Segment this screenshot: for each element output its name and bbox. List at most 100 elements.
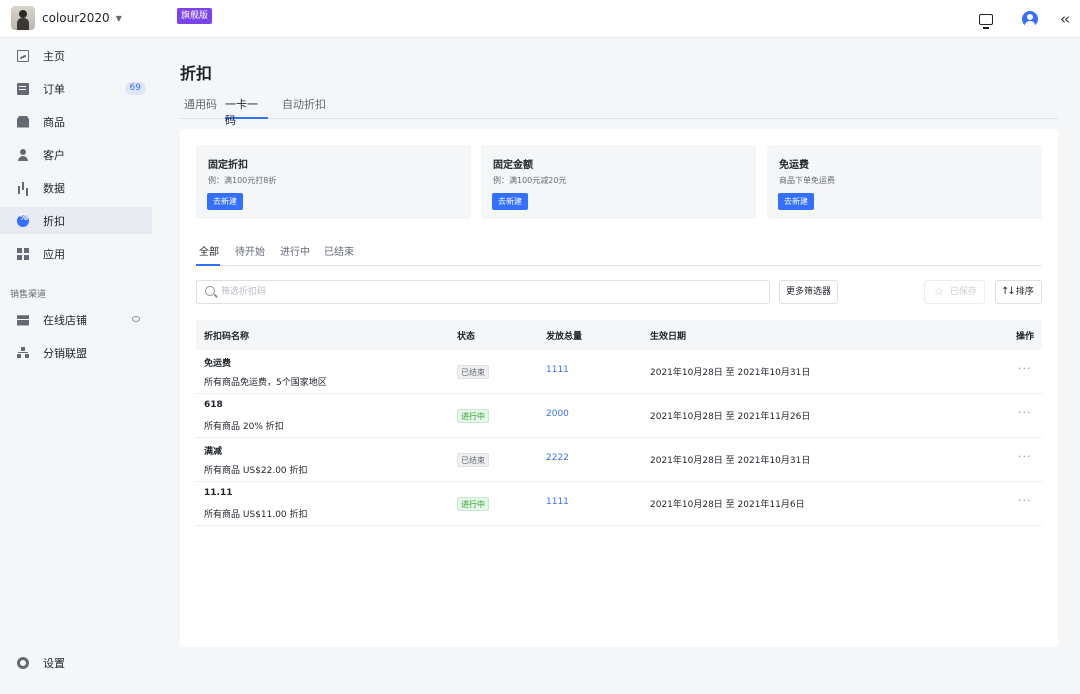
- sidebar-item-online-store[interactable]: 在线店铺: [0, 306, 152, 333]
- sidebar-item-label: 应用: [43, 247, 65, 261]
- double-chevron-left-icon[interactable]: ‹‹: [1060, 10, 1070, 28]
- more-actions-icon[interactable]: ···: [1018, 406, 1032, 419]
- issued-quantity-link[interactable]: 1111: [546, 497, 569, 507]
- tab-ended[interactable]: 已结束: [324, 243, 354, 266]
- sort-label: 排序: [1015, 287, 1034, 297]
- status-badge: 进行中: [457, 497, 489, 511]
- gear-icon: [17, 656, 29, 669]
- sidebar-item-label: 商品: [43, 115, 65, 129]
- order-count-badge: 69: [124, 82, 146, 95]
- create-fixed-discount-button[interactable]: 去新建: [207, 193, 243, 210]
- status-filter-tabs: 全部 待开始 进行中 已结束: [196, 240, 1042, 266]
- sidebar-item-customers[interactable]: 客户: [0, 141, 152, 168]
- page-title: 折扣: [180, 64, 213, 83]
- table-header: 折扣码名称 状态 发放总量 生效日期 操作: [196, 320, 1042, 350]
- sidebar-item-label: 客户: [43, 148, 65, 162]
- table-row[interactable]: 11.11 所有商品 US$11.00 折扣 进行中 1111 2021年10月…: [196, 482, 1042, 526]
- discount-icon: [17, 213, 29, 227]
- sidebar-item-label: 订单: [43, 82, 65, 96]
- sidebar-item-label: 数据: [43, 181, 65, 195]
- monitor-icon[interactable]: [979, 13, 993, 29]
- apps-grid-icon: [17, 247, 29, 260]
- sidebar-item-label: 分销联盟: [43, 346, 87, 360]
- promo-title: 固定折扣: [208, 160, 248, 171]
- promo-title: 固定金额: [493, 160, 533, 171]
- sidebar-item-goods[interactable]: 商品: [0, 108, 152, 135]
- sidebar-item-discount[interactable]: 折扣: [0, 207, 152, 234]
- table-row[interactable]: 免运费 所有商品免运费，5个国家地区 已结束 1111 2021年10月28日 …: [196, 350, 1042, 394]
- promo-desc: 例：满100元减20元: [493, 176, 567, 185]
- top-bar: colour2020 ▼ 旗舰版 ‹‹: [0, 0, 1080, 38]
- effective-date: 2021年10月28日 至 2021年10月31日: [650, 368, 811, 378]
- discount-desc: 所有商品 20% 折扣: [204, 422, 284, 432]
- effective-date: 2021年10月28日 至 2021年11月6日: [650, 500, 805, 510]
- sort-icon: ↑↓: [1001, 286, 1016, 297]
- discount-name: 满减: [204, 447, 223, 457]
- search-icon: [205, 286, 215, 296]
- discount-desc: 所有商品 US$11.00 折扣: [204, 510, 308, 520]
- plan-badge: 旗舰版: [177, 8, 213, 24]
- search-box: [196, 280, 770, 304]
- status-badge: 已结束: [457, 453, 489, 467]
- discount-name: 618: [204, 400, 223, 410]
- sidebar-item-affiliate[interactable]: 分销联盟: [0, 339, 152, 366]
- sort-button[interactable]: ↑↓ 排序: [995, 280, 1042, 304]
- sales-channel-section-label: 销售渠道: [10, 290, 47, 300]
- sidebar: 主页 订单 69 商品 客户 数据 折扣 应用 销售渠道 在线店铺 分销联盟 设…: [0, 38, 152, 694]
- discount-name: 免运费: [204, 359, 232, 369]
- bar-chart-icon: [17, 182, 29, 194]
- effective-date: 2021年10月28日 至 2021年10月31日: [650, 456, 811, 466]
- promo-desc: 例：满100元打8折: [208, 176, 277, 185]
- search-input[interactable]: [221, 284, 761, 300]
- sidebar-item-label: 设置: [43, 656, 65, 670]
- tab-pending[interactable]: 待开始: [235, 243, 265, 266]
- col-quantity: 发放总量: [546, 332, 583, 342]
- tab-unique-code[interactable]: 一卡一码: [225, 96, 268, 127]
- issued-quantity-link[interactable]: 2222: [546, 453, 569, 463]
- store-icon: [17, 315, 29, 326]
- tab-auto-discount[interactable]: 自动折扣: [282, 96, 326, 119]
- sidebar-item-home[interactable]: 主页: [0, 42, 152, 69]
- col-status: 状态: [457, 332, 476, 342]
- more-actions-icon[interactable]: ···: [1018, 494, 1032, 507]
- star-icon: ☆: [934, 285, 944, 298]
- status-badge: 进行中: [457, 409, 489, 423]
- table-row[interactable]: 618 所有商品 20% 折扣 进行中 2000 2021年10月28日 至 2…: [196, 394, 1042, 438]
- tab-general-code[interactable]: 通用码: [184, 96, 217, 119]
- promo-fixed-amount: 固定金额 例：满100元减20元 去新建: [481, 145, 756, 219]
- issued-quantity-link[interactable]: 2000: [546, 409, 569, 419]
- sidebar-item-label: 主页: [43, 49, 65, 63]
- caret-down-icon: ▼: [115, 13, 122, 23]
- sidebar-item-label: 折扣: [43, 214, 65, 228]
- tab-all[interactable]: 全部: [196, 243, 220, 266]
- promo-title: 免运费: [779, 160, 809, 171]
- sidebar-item-orders[interactable]: 订单 69: [0, 75, 152, 102]
- create-free-shipping-button[interactable]: 去新建: [778, 193, 814, 210]
- table-row[interactable]: 满减 所有商品 US$22.00 折扣 已结束 2222 2021年10月28日…: [196, 438, 1042, 482]
- discount-card: 固定折扣 例：满100元打8折 去新建 固定金额 例：满100元减20元 去新建…: [180, 129, 1058, 647]
- more-actions-icon[interactable]: ···: [1018, 450, 1032, 463]
- more-filters-button[interactable]: 更多筛选器: [779, 280, 839, 304]
- effective-date: 2021年10月28日 至 2021年11月26日: [650, 412, 811, 422]
- affiliate-icon: [17, 346, 29, 359]
- sidebar-item-label: 在线店铺: [43, 313, 87, 327]
- promo-free-shipping: 免运费 商品下单免运费 去新建: [767, 145, 1042, 219]
- store-switcher[interactable]: colour2020 ▼: [11, 5, 122, 31]
- issued-quantity-link[interactable]: 1111: [546, 365, 569, 375]
- tab-in-progress[interactable]: 进行中: [280, 243, 310, 266]
- eye-icon[interactable]: [132, 316, 140, 322]
- store-name: colour2020: [42, 11, 110, 25]
- discount-desc: 所有商品 US$22.00 折扣: [204, 466, 308, 476]
- create-fixed-amount-button[interactable]: 去新建: [492, 193, 528, 210]
- more-actions-icon[interactable]: ···: [1018, 362, 1032, 375]
- discount-desc: 所有商品免运费，5个国家地区: [204, 378, 327, 388]
- sidebar-item-settings[interactable]: 设置: [0, 649, 152, 676]
- order-icon: [17, 82, 29, 95]
- sidebar-item-data[interactable]: 数据: [0, 174, 152, 201]
- saved-button[interactable]: ☆ 已保存: [924, 280, 985, 304]
- saved-label: 已保存: [950, 287, 978, 297]
- user-account-icon[interactable]: [1022, 11, 1038, 27]
- status-badge: 已结束: [457, 365, 489, 379]
- sidebar-item-apps[interactable]: 应用: [0, 240, 152, 267]
- home-chart-icon: [17, 49, 29, 62]
